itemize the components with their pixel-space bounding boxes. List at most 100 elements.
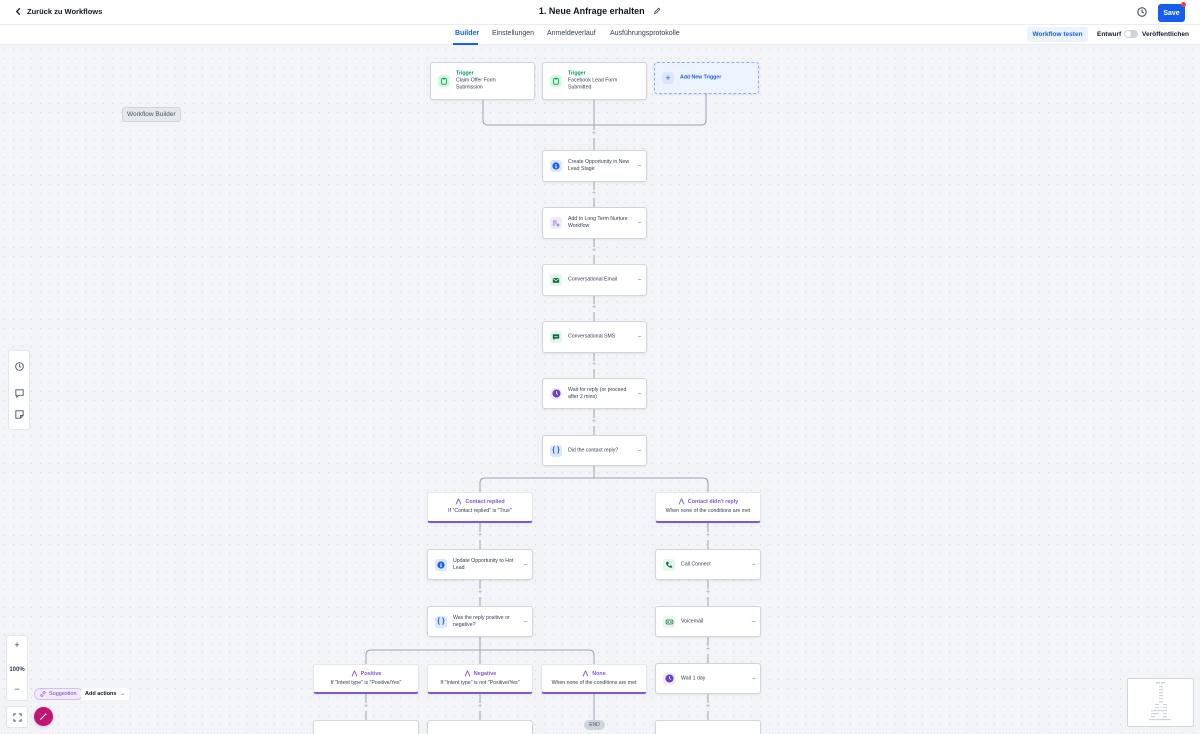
more-options-icon[interactable]: ··· bbox=[637, 277, 642, 284]
publish-label: Veröffentlichen bbox=[1142, 31, 1189, 38]
branch-positive[interactable]: Positive If "Intent type" is "Positive/Y… bbox=[313, 664, 419, 694]
suggestion-chip[interactable]: Suggestion bbox=[34, 688, 83, 700]
add-step-plus[interactable]: + bbox=[590, 190, 598, 198]
history-icon[interactable] bbox=[14, 361, 25, 372]
add-step-plus[interactable]: + bbox=[704, 646, 712, 654]
add-step-plus[interactable]: + bbox=[476, 532, 484, 540]
publish-toggle[interactable] bbox=[1124, 30, 1138, 38]
add-actions-button[interactable]: Add actions → bbox=[81, 688, 129, 700]
action-label: Call Connect bbox=[681, 561, 711, 567]
tab-builder[interactable]: Builder bbox=[455, 30, 479, 37]
branch-icon bbox=[456, 498, 462, 505]
action-node[interactable]: $ Update Opportunity to Hot Lead ··· bbox=[427, 549, 533, 580]
voicemail-icon bbox=[663, 615, 675, 628]
email-icon bbox=[550, 274, 562, 286]
tab-einstellungen[interactable]: Einstellungen bbox=[492, 30, 534, 37]
zoom-controls: + 100% − bbox=[6, 635, 28, 701]
more-options-icon[interactable]: ··· bbox=[751, 561, 756, 568]
branch-icon bbox=[582, 670, 589, 677]
action-node[interactable]: Voicemail ··· bbox=[655, 606, 761, 637]
fit-view-button[interactable] bbox=[6, 706, 28, 728]
expand-icon bbox=[12, 712, 22, 722]
more-options-icon[interactable]: ··· bbox=[637, 390, 642, 397]
zoom-level: 100% bbox=[9, 667, 25, 673]
branch-contact-didnt-reply[interactable]: Contact didn't reply When none of the co… bbox=[655, 492, 761, 523]
branch-none[interactable]: None When none of the conditions are met bbox=[541, 664, 647, 694]
action-label: Update Opportunity to Hot Lead bbox=[453, 557, 514, 571]
branch-condition: When none of the conditions are met bbox=[665, 508, 751, 514]
unsaved-indicator bbox=[1181, 2, 1186, 7]
minimap[interactable] bbox=[1127, 678, 1194, 727]
action-node[interactable]: Conversational Email ··· bbox=[542, 264, 647, 296]
action-node[interactable]: Call Connect ··· bbox=[655, 549, 761, 580]
add-step-plus[interactable]: + bbox=[590, 304, 598, 312]
test-workflow-button[interactable]: Workflow testen bbox=[1027, 27, 1088, 42]
action-node[interactable] bbox=[313, 720, 419, 734]
add-step-plus[interactable]: + bbox=[590, 361, 598, 369]
end-badge: END bbox=[584, 720, 605, 730]
more-options-icon[interactable]: ··· bbox=[637, 447, 642, 454]
save-button[interactable]: Save bbox=[1158, 4, 1185, 22]
plus-icon: + bbox=[662, 72, 674, 84]
minimap-preview bbox=[1149, 682, 1171, 721]
trigger-name: Facebook Lead Form Submitted bbox=[568, 77, 618, 91]
more-options-icon[interactable]: ··· bbox=[751, 618, 756, 625]
clock-icon bbox=[663, 672, 675, 685]
branch-condition: If "Intent type" is "Positive/Yes" bbox=[330, 680, 402, 686]
branch-negative[interactable]: Negative If "Intent type" is not "Positi… bbox=[427, 664, 533, 694]
history-icon[interactable] bbox=[1136, 6, 1148, 18]
comment-icon[interactable] bbox=[14, 388, 25, 399]
add-step-plus[interactable]: + bbox=[704, 703, 712, 711]
pencil-icon[interactable] bbox=[653, 7, 661, 15]
ai-assistant-button[interactable] bbox=[34, 707, 53, 726]
more-options-icon[interactable]: ··· bbox=[523, 618, 528, 625]
trigger-kind: Trigger bbox=[456, 70, 474, 77]
add-step-plus[interactable]: + bbox=[476, 589, 484, 597]
add-step-plus[interactable]: + bbox=[362, 703, 370, 711]
more-options-icon[interactable]: ··· bbox=[751, 675, 756, 682]
action-node[interactable]: Add to Long Term Nurture Workflow ··· bbox=[542, 207, 647, 239]
add-step-plus[interactable]: + bbox=[476, 703, 484, 711]
action-label: Conversational Email bbox=[568, 276, 618, 283]
more-options-icon[interactable]: ··· bbox=[637, 220, 642, 227]
more-options-icon[interactable]: ··· bbox=[637, 334, 642, 341]
braces-icon: { } bbox=[435, 615, 447, 628]
branch-condition: If "Contact replied" is "True" bbox=[448, 508, 512, 514]
branch-contact-replied[interactable]: Contact replied If "Contact replied" is … bbox=[427, 492, 533, 523]
workflow-builder-label: Workflow Builder bbox=[122, 107, 181, 122]
action-node[interactable]: $ Create Opportunity in New Lead Stage ·… bbox=[542, 150, 647, 182]
action-node[interactable] bbox=[655, 720, 761, 734]
action-node[interactable] bbox=[427, 720, 533, 734]
chevron-left-icon bbox=[15, 7, 21, 16]
zoom-out-button[interactable]: − bbox=[7, 684, 27, 694]
tab-ausfuehrungsprotokolle[interactable]: Ausführungsprotokolle bbox=[610, 30, 680, 37]
add-step-plus[interactable]: + bbox=[590, 130, 598, 138]
tab-bar: Builder Einstellungen Anmeldeverlauf Aus… bbox=[0, 25, 1200, 45]
action-node[interactable]: Wait 1 day ··· bbox=[655, 663, 761, 694]
condition-node[interactable]: { } Was the reply positive or negative? … bbox=[427, 606, 533, 637]
tab-anmeldeverlauf[interactable]: Anmeldeverlauf bbox=[547, 30, 596, 37]
clipboard-icon bbox=[438, 75, 450, 87]
workflow-canvas[interactable]: + + + + + + + + + + + + + + Workflow Bui… bbox=[0, 45, 1200, 734]
trigger-node[interactable]: Trigger Facebook Lead Form Submitted bbox=[542, 62, 647, 100]
more-options-icon[interactable]: ··· bbox=[523, 561, 528, 568]
back-to-workflows-link[interactable]: Zurück zu Workflows bbox=[14, 7, 102, 16]
action-node[interactable]: Conversational SMS ··· bbox=[542, 321, 647, 353]
sticky-note-icon[interactable] bbox=[14, 409, 25, 420]
zoom-in-button[interactable]: + bbox=[7, 640, 27, 650]
add-step-plus[interactable]: + bbox=[704, 532, 712, 540]
action-node[interactable]: Wait for reply (or proceed after 2 mins)… bbox=[542, 378, 647, 409]
action-label: Add to Long Term Nurture Workflow bbox=[568, 216, 628, 229]
workflow-title[interactable]: 1. Neue Anfrage erhalten bbox=[539, 6, 645, 16]
dollar-icon: $ bbox=[435, 558, 447, 571]
add-step-plus[interactable]: + bbox=[590, 418, 598, 426]
trigger-node[interactable]: Trigger Claim Offer Form Submission bbox=[430, 62, 535, 100]
branch-title: Negative bbox=[473, 670, 497, 677]
add-step-plus[interactable]: + bbox=[704, 589, 712, 597]
branch-condition: If "Intent type" is not "Positive/Yes" bbox=[440, 680, 520, 686]
add-new-trigger-button[interactable]: + Add New Trigger bbox=[654, 62, 759, 94]
add-step-plus[interactable]: + bbox=[590, 247, 598, 255]
condition-node[interactable]: { } Did the contact reply? ··· bbox=[542, 435, 647, 466]
more-options-icon[interactable]: ··· bbox=[637, 163, 642, 170]
top-bar: Zurück zu Workflows 1. Neue Anfrage erha… bbox=[0, 0, 1200, 25]
